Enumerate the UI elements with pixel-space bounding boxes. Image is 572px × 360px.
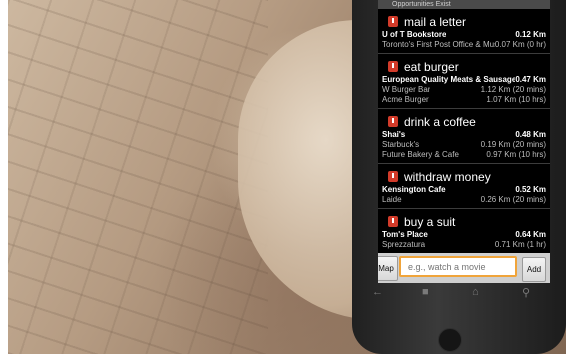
place-name: Acme Burger bbox=[382, 95, 429, 104]
alternate-place-row[interactable]: W Burger Bar 1.12 Km (20 mins) bbox=[382, 85, 546, 95]
flag-icon bbox=[388, 171, 398, 182]
home-icon[interactable]: ⌂ bbox=[472, 286, 479, 298]
place-name: W Burger Bar bbox=[382, 85, 431, 94]
task-header[interactable]: eat burger bbox=[382, 58, 546, 75]
task-title: mail a letter bbox=[404, 14, 467, 29]
task-header[interactable]: withdraw money bbox=[382, 168, 546, 185]
task-item[interactable]: mail a letter U of T Bookstore 0.12 Km Toro… bbox=[378, 9, 550, 54]
task-item[interactable]: drink a coffee Shai's 0.48 Km Starbuck's 0.1… bbox=[378, 109, 550, 164]
task-item[interactable]: eat burger European Quality Meats & Sausa… bbox=[378, 54, 550, 109]
menu-icon[interactable]: ■ bbox=[422, 286, 429, 298]
phone-screen: Opportunities Exist mail a letter U of T … bbox=[378, 0, 550, 283]
place-distance: 0.48 Km bbox=[515, 130, 546, 139]
bottom-bar: Map Add bbox=[378, 253, 550, 283]
alternate-place-row[interactable]: Future Bakery & Cafe 0.97 Km (10 hrs) bbox=[382, 150, 546, 160]
task-header[interactable]: drink a coffee bbox=[382, 113, 546, 130]
flag-icon bbox=[388, 16, 398, 27]
alternate-place-row[interactable]: Acme Burger 1.07 Km (10 hrs) bbox=[382, 95, 546, 105]
place-distance: 0.19 Km (20 mins) bbox=[480, 140, 546, 149]
task-item[interactable]: withdraw money Kensington Cafe 0.52 Km Laid… bbox=[378, 164, 550, 209]
nearest-place-row[interactable]: European Quality Meats & Sausages 0.47 Km bbox=[382, 75, 546, 85]
nearest-place-row[interactable]: U of T Bookstore 0.12 Km bbox=[382, 30, 546, 40]
phone-nav-area: ← ■ ⌂ ⚲ bbox=[352, 282, 566, 354]
place-name: Tom's Place bbox=[382, 230, 428, 239]
task-list[interactable]: mail a letter U of T Bookstore 0.12 Km Toro… bbox=[378, 9, 550, 279]
place-distance: 0.26 Km (20 mins) bbox=[480, 195, 546, 204]
nearest-place-row[interactable]: Kensington Cafe 0.52 Km bbox=[382, 185, 546, 195]
place-distance: 0.52 Km bbox=[515, 185, 546, 194]
search-icon[interactable]: ⚲ bbox=[522, 286, 530, 299]
hardware-button[interactable] bbox=[438, 328, 462, 352]
flag-icon bbox=[388, 116, 398, 127]
place-distance: 0.07 Km (0 hr) bbox=[494, 40, 546, 49]
paving-stones bbox=[8, 0, 268, 354]
flag-icon bbox=[388, 216, 398, 227]
place-name: Toronto's First Post Office & Mus... bbox=[382, 40, 495, 49]
place-name: Future Bakery & Cafe bbox=[382, 150, 459, 159]
task-header[interactable]: mail a letter bbox=[382, 13, 546, 30]
place-name: Starbuck's bbox=[382, 140, 420, 149]
place-distance: 1.12 Km (20 mins) bbox=[480, 85, 546, 94]
nearest-place-row[interactable]: Tom's Place 0.64 Km bbox=[382, 230, 546, 240]
back-arrow-icon[interactable]: ← bbox=[372, 286, 383, 298]
place-distance: 0.71 Km (1 hr) bbox=[494, 240, 546, 249]
task-header[interactable]: buy a suit bbox=[382, 213, 546, 230]
place-name: Laide bbox=[382, 195, 402, 204]
place-distance: 0.64 Km bbox=[515, 230, 546, 239]
alternate-place-row[interactable]: Laide 0.26 Km (20 mins) bbox=[382, 195, 546, 205]
task-item[interactable]: buy a suit Tom's Place 0.64 Km Sprezzatura 0… bbox=[378, 209, 550, 254]
status-bar: Opportunities Exist bbox=[378, 0, 550, 9]
alternate-place-row[interactable]: Starbuck's 0.19 Km (20 mins) bbox=[382, 140, 546, 150]
place-distance: 0.47 Km bbox=[515, 75, 546, 84]
alternate-place-row[interactable]: Sprezzatura 0.71 Km (1 hr) bbox=[382, 240, 546, 250]
nearest-place-row[interactable]: Shai's 0.48 Km bbox=[382, 130, 546, 140]
task-input[interactable] bbox=[399, 256, 517, 277]
task-title: buy a suit bbox=[404, 214, 456, 229]
task-title: eat burger bbox=[404, 59, 459, 74]
add-button[interactable]: Add bbox=[522, 257, 546, 282]
map-button[interactable]: Map bbox=[378, 256, 398, 281]
place-name: Kensington Cafe bbox=[382, 185, 446, 194]
place-distance: 0.97 Km (10 hrs) bbox=[486, 150, 546, 159]
place-name: Sprezzatura bbox=[382, 240, 426, 249]
task-title: withdraw money bbox=[404, 169, 491, 184]
place-distance: 1.07 Km (10 hrs) bbox=[486, 95, 546, 104]
place-distance: 0.12 Km bbox=[515, 30, 546, 39]
flag-icon bbox=[388, 61, 398, 72]
task-title: drink a coffee bbox=[404, 114, 476, 129]
place-name: Shai's bbox=[382, 130, 406, 139]
place-name: U of T Bookstore bbox=[382, 30, 447, 39]
place-name: European Quality Meats & Sausages bbox=[382, 75, 516, 84]
alternate-place-row[interactable]: Toronto's First Post Office & Mus... 0.07… bbox=[382, 40, 546, 50]
